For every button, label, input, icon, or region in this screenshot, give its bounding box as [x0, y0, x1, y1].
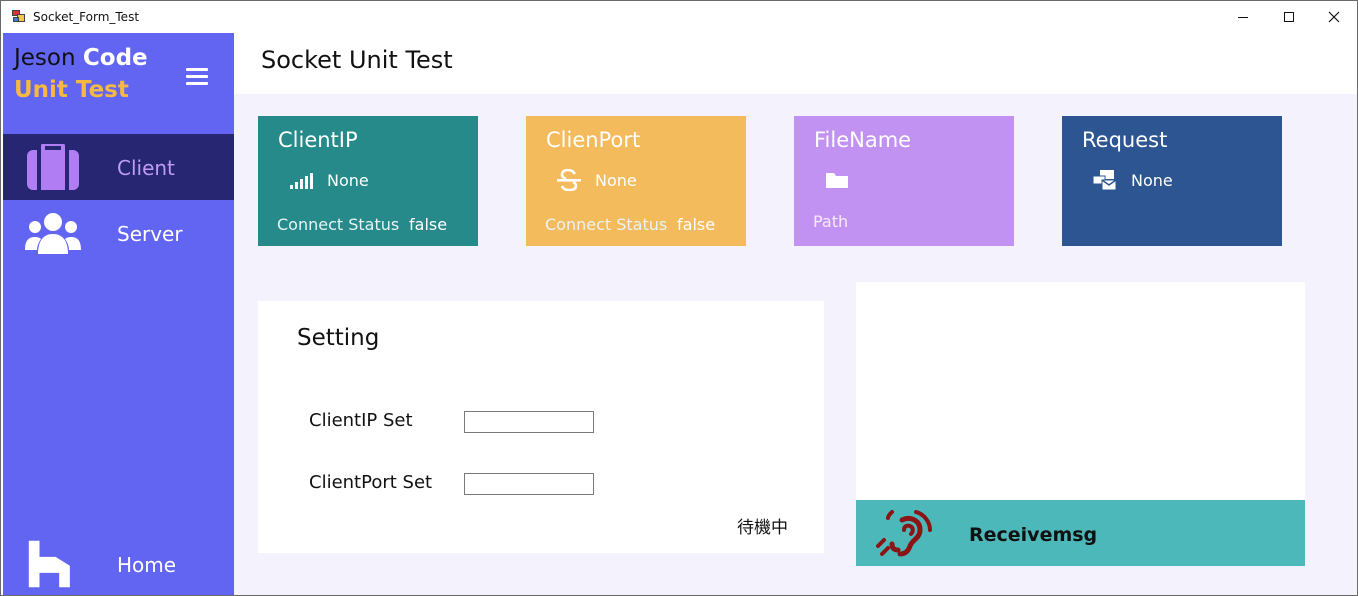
sidebar: Jeson Code Unit Test Client Server Home	[3, 33, 234, 595]
app-icon	[12, 10, 26, 23]
card-file-name: FileName Path	[794, 116, 1014, 246]
sidebar-item-label: Client	[117, 156, 175, 180]
mail-bulk-icon	[1092, 170, 1117, 191]
close-icon	[1328, 11, 1340, 23]
close-button[interactable]	[1311, 1, 1357, 33]
receive-label: Receivemsg	[969, 524, 1098, 546]
sidebar-item-label: Home	[117, 553, 177, 577]
brand-logo: Jeson Code Unit Test	[14, 45, 148, 103]
card-title: ClientIP	[278, 128, 358, 152]
setting-title: Setting	[297, 325, 380, 351]
strikethrough-icon	[557, 169, 581, 191]
main-content: Socket Unit Test ClientIP None Connect S…	[234, 33, 1357, 595]
luggage-icon	[27, 144, 79, 190]
card-value: None	[327, 171, 369, 190]
card-value: None	[1131, 171, 1173, 190]
title-bar[interactable]: Socket_Form_Test	[1, 1, 1357, 33]
sidebar-item-label: Server	[117, 222, 183, 246]
home-icon	[28, 540, 70, 588]
hearing-icon	[876, 510, 932, 557]
hamburger-menu-icon[interactable]	[186, 68, 208, 86]
app-window: Socket_Form_Test Jeson Code Unit Test Cl…	[0, 0, 1358, 596]
minimize-button[interactable]	[1220, 1, 1266, 33]
window-title: Socket_Form_Test	[33, 10, 140, 24]
maximize-button[interactable]	[1266, 1, 1312, 33]
client-ip-input[interactable]	[464, 411, 594, 433]
sidebar-item-home[interactable]: Home	[3, 531, 234, 596]
card-title: Request	[1082, 128, 1168, 152]
card-client-port: ClienPort None Connect Status false	[526, 116, 746, 246]
receive-panel: Receivemsg	[856, 282, 1305, 566]
card-title: FileName	[814, 128, 912, 152]
page-title: Socket Unit Test	[261, 46, 453, 74]
card-sub-label: Connect Status	[277, 215, 400, 234]
sidebar-item-client[interactable]: Client	[3, 134, 234, 200]
minimize-icon	[1238, 16, 1248, 18]
folder-icon	[826, 173, 848, 188]
sidebar-item-server[interactable]: Server	[3, 200, 234, 266]
setting-panel: Setting ClientIP Set ClientPort Set 待機中	[258, 301, 824, 553]
client-ip-label: ClientIP Set	[309, 410, 413, 431]
users-icon	[25, 213, 81, 254]
signal-icon	[290, 173, 313, 189]
card-sub-value: false	[677, 215, 716, 234]
receive-bar[interactable]: Receivemsg	[856, 500, 1305, 566]
card-request: Request None	[1062, 116, 1282, 246]
status-text: 待機中	[737, 518, 788, 538]
brand-text: Jeson	[14, 45, 83, 71]
card-sub-label: Connect Status	[545, 215, 668, 234]
card-sub-value: false	[409, 215, 448, 234]
brand-subtitle: Unit Test	[14, 77, 129, 103]
card-title: ClienPort	[546, 128, 641, 152]
client-port-label: ClientPort Set	[309, 472, 433, 493]
page-header: Socket Unit Test	[234, 33, 1357, 94]
card-value: None	[595, 171, 637, 190]
card-sub-label: Path	[813, 212, 849, 231]
maximize-icon	[1284, 12, 1294, 22]
card-client-ip: ClientIP None Connect Status false	[258, 116, 478, 246]
brand-text-strong: Code	[82, 45, 148, 71]
client-port-input[interactable]	[464, 473, 594, 495]
